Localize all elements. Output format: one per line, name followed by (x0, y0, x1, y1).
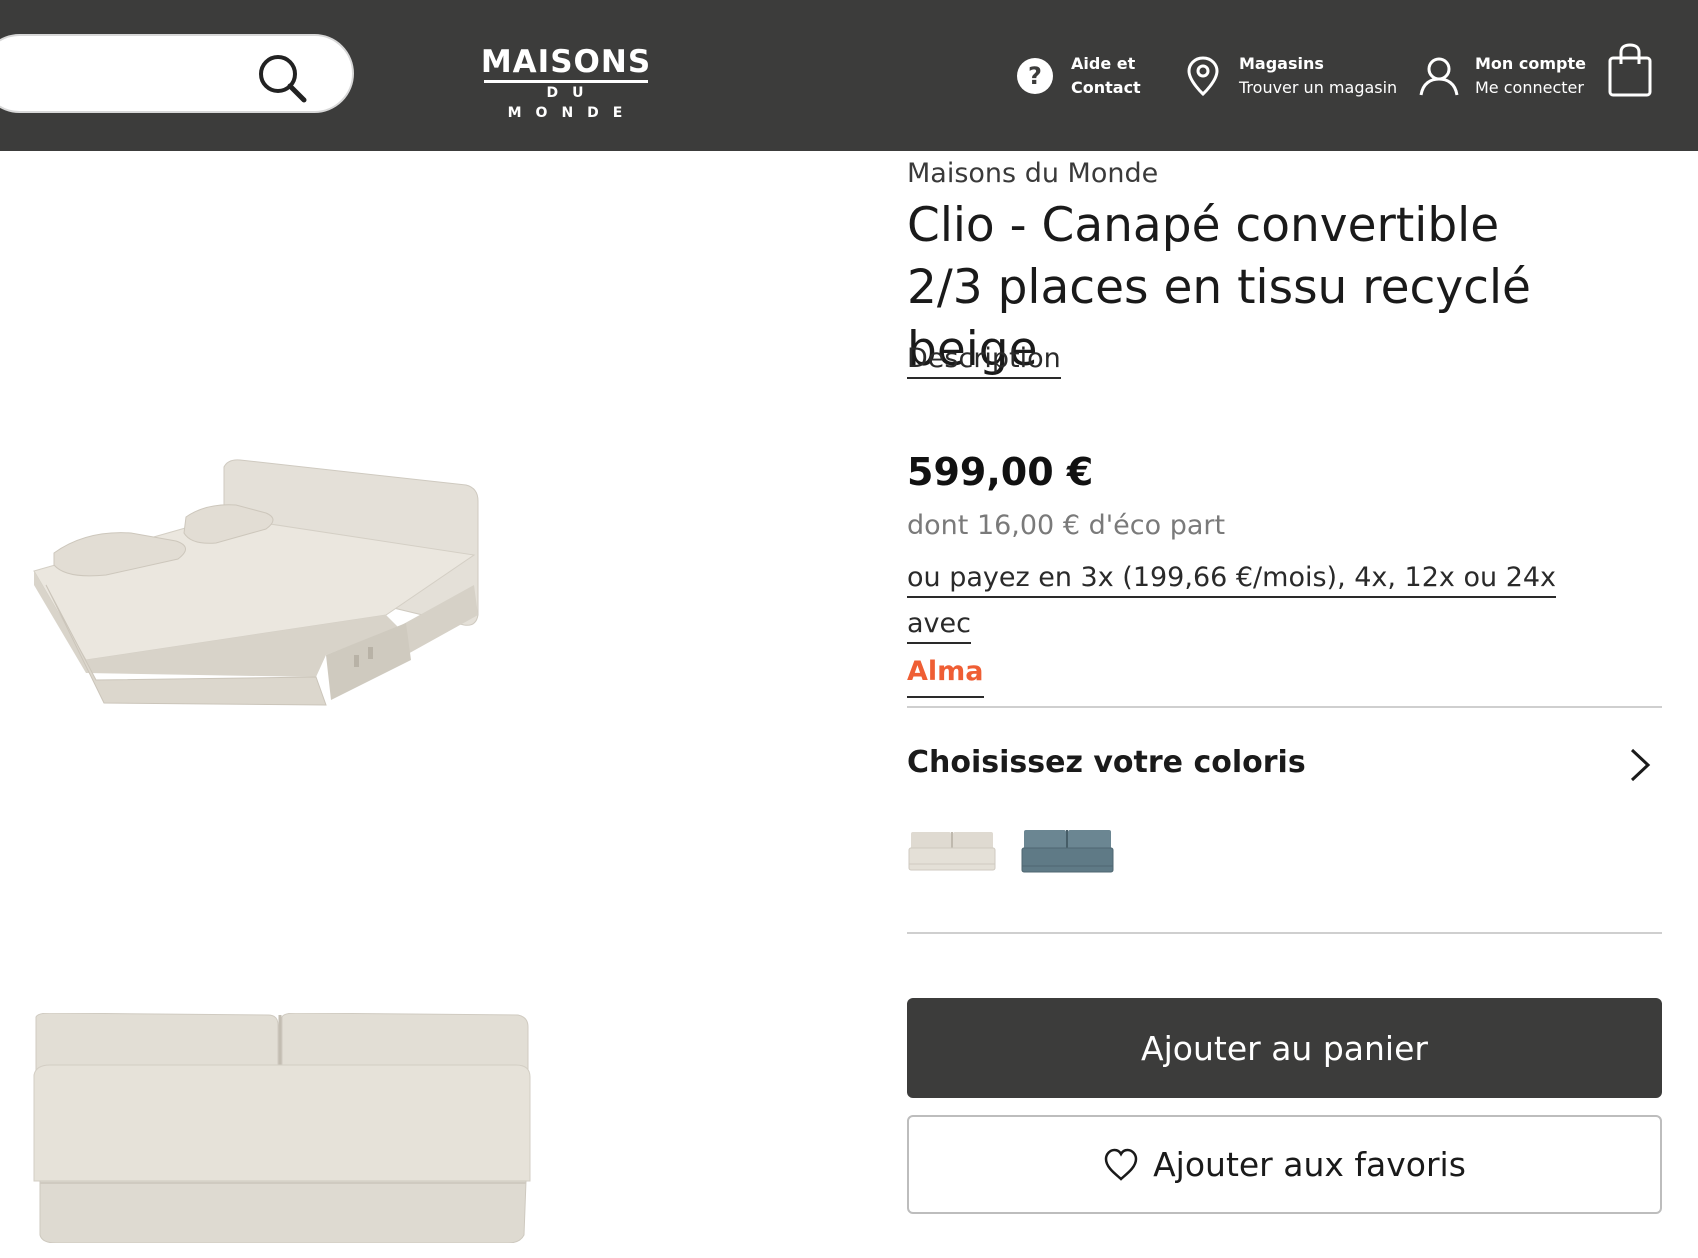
alma-link[interactable]: Alma (907, 649, 984, 698)
search-bar (0, 34, 354, 113)
svg-text:?: ? (1028, 62, 1042, 90)
shopping-bag-icon (1608, 43, 1652, 97)
color-swatch-blue[interactable] (1020, 820, 1115, 880)
eco-part: dont 16,00 € d'éco part (907, 510, 1226, 541)
nav-stores-line2: Trouver un magasin (1239, 78, 1398, 97)
description-link[interactable]: Description (907, 343, 1061, 379)
cart-button[interactable] (1606, 42, 1654, 98)
search-icon (259, 55, 307, 103)
logo-top-text: MAISONS (480, 44, 652, 80)
nav-help-contact[interactable]: ? Aide et Contact (1013, 48, 1141, 104)
product-image-front-view[interactable] (30, 1012, 535, 1244)
color-selector-toggle[interactable]: Choisissez votre coloris (907, 745, 1662, 785)
nav-stores[interactable]: Magasins Trouver un magasin (1181, 48, 1397, 104)
location-pin-icon (1181, 54, 1225, 98)
nav-help-line2: Contact (1071, 78, 1141, 97)
help-icon: ? (1013, 54, 1057, 98)
color-swatch-beige[interactable] (907, 820, 997, 880)
nav-account-line2: Me connecter (1475, 78, 1584, 97)
nav-help-line1: Aide et (1071, 54, 1136, 73)
search-input[interactable] (12, 56, 232, 92)
product-price: 599,00 € (907, 450, 1094, 494)
section-divider (907, 706, 1662, 708)
payment-installments-link[interactable]: ou payez en 3x (199,66 €/mois), 4x, 12x … (907, 562, 1557, 644)
heart-icon (1103, 1148, 1139, 1182)
nav-account-line1: Mon compte (1475, 54, 1586, 73)
payment-options: ou payez en 3x (199,66 €/mois), 4x, 12x … (907, 555, 1627, 698)
nav-stores-line1: Magasins (1239, 54, 1324, 73)
site-logo[interactable]: MAISONS DU MONDE (480, 44, 652, 121)
add-to-cart-button[interactable]: Ajouter au panier (907, 998, 1662, 1098)
color-selector-label: Choisissez votre coloris (907, 745, 1306, 780)
site-header: MAISONS DU MONDE ? Aide et Contact Magas… (0, 0, 1698, 151)
chevron-right-icon (1628, 747, 1652, 787)
section-divider (907, 932, 1662, 934)
logo-bottom-text: DU MONDE (507, 85, 637, 121)
add-to-favorites-label: Ajouter aux favoris (1153, 1145, 1466, 1184)
nav-account[interactable]: Mon compte Me connecter (1417, 48, 1586, 104)
user-icon (1417, 54, 1461, 98)
add-to-favorites-button[interactable]: Ajouter aux favoris (907, 1115, 1662, 1214)
search-button[interactable] (254, 53, 310, 103)
product-brand[interactable]: Maisons du Monde (907, 158, 1158, 189)
product-image-open-bed[interactable] (26, 455, 486, 713)
add-to-cart-label: Ajouter au panier (1141, 1028, 1428, 1068)
